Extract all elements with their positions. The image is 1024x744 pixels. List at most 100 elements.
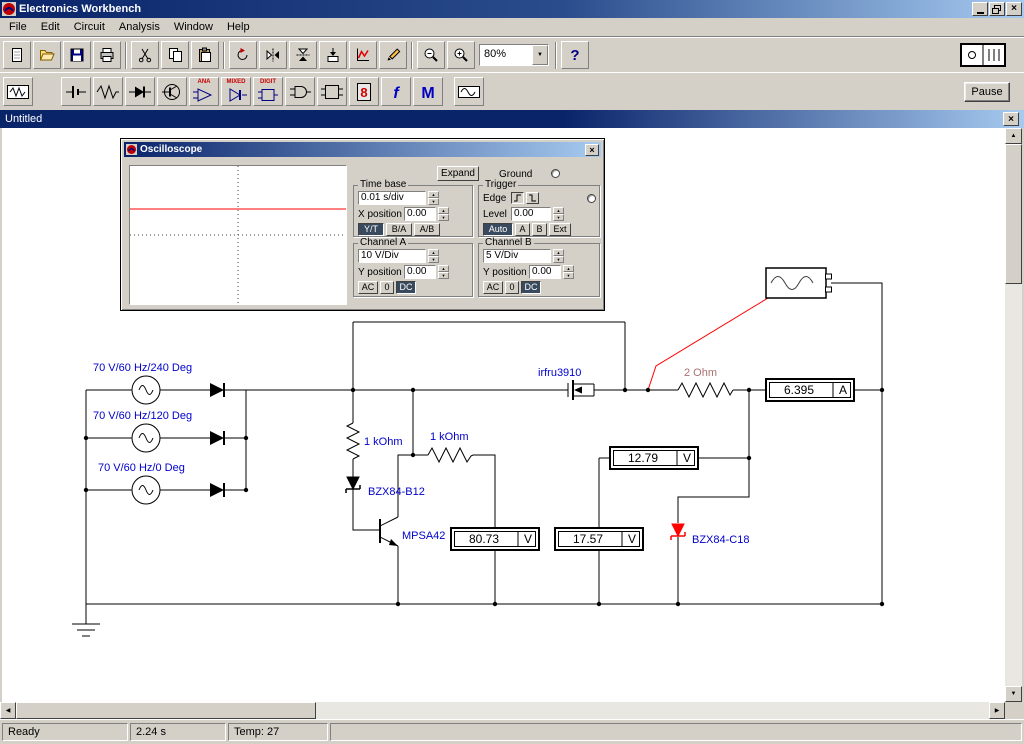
channel-b-dc-button[interactable]: DC: [521, 280, 541, 294]
indicators-bin-button[interactable]: 8: [349, 77, 379, 106]
ba-mode-button[interactable]: B/A: [386, 222, 412, 236]
analog-ics-bin-button[interactable]: ANA: [189, 77, 219, 106]
pause-button[interactable]: Pause: [964, 81, 1010, 102]
spin-up-icon[interactable]: ▲: [428, 191, 439, 198]
spin-down-icon[interactable]: ▼: [563, 272, 574, 279]
print-button[interactable]: [93, 41, 121, 69]
channel-b-scale-field[interactable]: 5 V/Div: [483, 249, 551, 263]
voltmeter-output[interactable]: 12.79 V: [609, 446, 699, 470]
favorites-bin-button[interactable]: [3, 77, 33, 106]
controls-bin-button[interactable]: f: [381, 77, 411, 106]
flip-horizontal-button[interactable]: [259, 41, 287, 69]
trigger-auto-button[interactable]: Auto: [483, 222, 513, 236]
menu-window[interactable]: Window: [167, 19, 220, 35]
trigger-a-button[interactable]: A: [515, 222, 530, 236]
horizontal-scrollbar-thumb[interactable]: [16, 702, 316, 719]
ammeter[interactable]: 6.395 A: [765, 378, 855, 402]
trigger-ext-button[interactable]: Ext: [549, 222, 571, 236]
menu-edit[interactable]: Edit: [34, 19, 67, 35]
ground-symbol[interactable]: [72, 604, 100, 637]
restore-button[interactable]: [989, 2, 1005, 16]
mosfet-irfru3910[interactable]: [567, 380, 595, 400]
spin-up-icon[interactable]: ▲: [428, 249, 439, 256]
voltmeter-zener[interactable]: 17.57 V: [554, 527, 644, 551]
series-resistor[interactable]: [345, 422, 361, 460]
trigger-b-button[interactable]: B: [532, 222, 547, 236]
x-position-field[interactable]: 0.00: [404, 207, 436, 221]
spin-down-icon[interactable]: ▼: [428, 198, 439, 205]
load-resistor[interactable]: [677, 381, 734, 399]
zoom-dropdown-button[interactable]: ▼: [532, 45, 548, 65]
expand-button[interactable]: Expand: [437, 166, 479, 181]
scroll-right-button[interactable]: ▶: [989, 702, 1005, 719]
oscilloscope-window[interactable]: Oscilloscope × Expand Ground Time base 0…: [120, 138, 605, 311]
component-properties-button[interactable]: [379, 41, 407, 69]
menu-circuit[interactable]: Circuit: [67, 19, 112, 35]
yt-mode-button[interactable]: Y/T: [358, 222, 384, 236]
basic-bin-button[interactable]: [93, 77, 123, 106]
oscilloscope-close-button[interactable]: ×: [585, 143, 599, 156]
flip-vertical-button[interactable]: [289, 41, 317, 69]
bjt-mpsa42[interactable]: [379, 516, 399, 547]
power-switch[interactable]: [958, 42, 1008, 68]
menu-help[interactable]: Help: [220, 19, 257, 35]
wires[interactable]: [85, 282, 883, 605]
zoom-out-button[interactable]: [417, 41, 445, 69]
channel-a-dc-button[interactable]: DC: [396, 280, 416, 294]
timebase-scale-spinner[interactable]: ▲ ▼: [428, 191, 439, 205]
mixed-ics-bin-button[interactable]: MIXED: [221, 77, 251, 106]
digital-ics-bin-button[interactable]: DIGIT: [253, 77, 283, 106]
ac-source-2[interactable]: [131, 423, 161, 453]
menu-file[interactable]: File: [2, 19, 34, 35]
logic-gates-bin-button[interactable]: [285, 77, 315, 106]
rotate-button[interactable]: [229, 41, 257, 69]
ac-source-3[interactable]: [131, 475, 161, 505]
scroll-up-button[interactable]: ▲: [1005, 128, 1022, 144]
help-button[interactable]: ?: [561, 41, 589, 69]
sources-bin-button[interactable]: [61, 77, 91, 106]
channel-a-scale-field[interactable]: 10 V/Div: [358, 249, 426, 263]
spin-up-icon[interactable]: ▲: [438, 265, 449, 272]
miscellaneous-bin-button[interactable]: M: [413, 77, 443, 106]
channel-b-y-position-field[interactable]: 0.00: [529, 265, 561, 279]
spin-up-icon[interactable]: ▲: [563, 265, 574, 272]
transistors-bin-button[interactable]: [157, 77, 187, 106]
channel-b-y-position-spinner[interactable]: ▲ ▼: [563, 265, 574, 279]
spin-up-icon[interactable]: ▲: [438, 207, 449, 214]
falling-edge-button[interactable]: [526, 192, 539, 204]
copy-button[interactable]: [161, 41, 189, 69]
digital-bin-button[interactable]: [317, 77, 347, 106]
zoom-in-button[interactable]: [447, 41, 475, 69]
zoom-level-combobox[interactable]: 80% ▼: [479, 44, 549, 66]
timebase-scale-field[interactable]: 0.01 s/div: [358, 191, 426, 205]
instruments-bin-button[interactable]: [454, 77, 484, 106]
spin-down-icon[interactable]: ▼: [428, 256, 439, 263]
channel-b-scale-spinner[interactable]: ▲ ▼: [553, 249, 564, 263]
rising-edge-button[interactable]: [511, 192, 524, 204]
scroll-left-button[interactable]: ◀: [0, 702, 16, 719]
diodes-bin-button[interactable]: [125, 77, 155, 106]
oscilloscope-component-icon[interactable]: [765, 267, 832, 299]
spin-down-icon[interactable]: ▼: [553, 214, 564, 221]
level-spinner[interactable]: ▲ ▼: [553, 207, 564, 221]
channel-b-zero-button[interactable]: 0: [505, 280, 519, 294]
close-button[interactable]: ×: [1006, 2, 1022, 16]
gate-resistor[interactable]: [427, 446, 474, 464]
channel-a-ac-button[interactable]: AC: [358, 280, 378, 294]
horizontal-scrollbar[interactable]: ◀ ▶: [0, 702, 1005, 719]
level-field[interactable]: 0.00: [511, 207, 551, 221]
titlebar[interactable]: Electronics Workbench ×: [0, 0, 1024, 18]
trigger-radio[interactable]: [587, 193, 596, 203]
save-button[interactable]: [63, 41, 91, 69]
channel-a-y-position-spinner[interactable]: ▲ ▼: [438, 265, 449, 279]
channel-a-y-position-field[interactable]: 0.00: [404, 265, 436, 279]
menu-analysis[interactable]: Analysis: [112, 19, 167, 35]
open-file-button[interactable]: [33, 41, 61, 69]
voltmeter-input[interactable]: 80.73 V: [450, 527, 540, 551]
channel-a-zero-button[interactable]: 0: [380, 280, 394, 294]
spin-up-icon[interactable]: ▲: [553, 249, 564, 256]
ac-source-1[interactable]: [131, 375, 161, 405]
paste-button[interactable]: [191, 41, 219, 69]
spin-up-icon[interactable]: ▲: [553, 207, 564, 214]
x-position-spinner[interactable]: ▲ ▼: [438, 207, 449, 221]
